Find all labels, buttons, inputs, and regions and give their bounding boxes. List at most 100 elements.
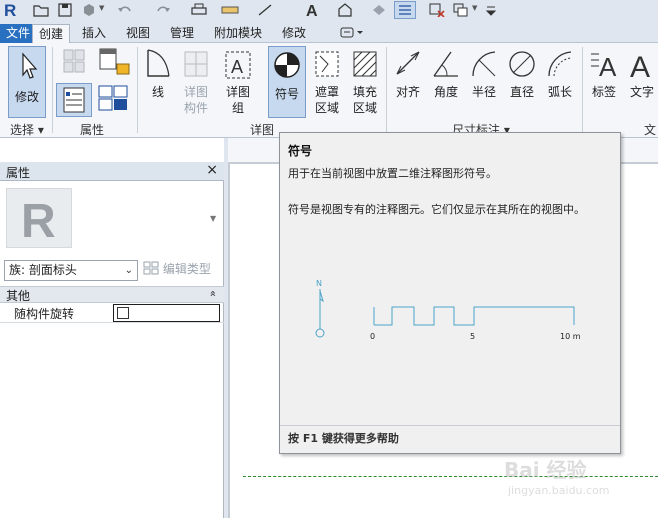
family-types-button[interactable] xyxy=(96,46,132,80)
radial-label: 半径 xyxy=(471,85,496,99)
chevron-down-icon: ⌄ xyxy=(124,265,133,276)
radial-dimension-button[interactable]: 半径 xyxy=(466,46,502,118)
type-properties-button[interactable] xyxy=(58,46,90,80)
print-icon[interactable] xyxy=(190,1,208,19)
masking-region-label-2: 区域 xyxy=(314,101,339,115)
edit-type-button[interactable]: 编辑类型 xyxy=(143,260,211,281)
masking-region-button[interactable]: 遮罩 区域 xyxy=(308,46,346,118)
properties-icon xyxy=(63,87,85,113)
close-icon[interactable]: × xyxy=(206,162,218,178)
properties-title: 属性 xyxy=(6,166,31,180)
chevron-down-icon[interactable]: ▼ xyxy=(210,214,216,223)
chevron-down-icon[interactable]: ▼ xyxy=(472,4,477,12)
detail-component-label-2: 构件 xyxy=(183,101,208,115)
grid-icon xyxy=(98,85,128,111)
param-row: 随构件旋转 xyxy=(0,303,224,323)
diameter-dimension-button[interactable]: 直径 xyxy=(504,46,540,118)
type-selector-button[interactable] xyxy=(96,83,132,117)
redo-icon[interactable] xyxy=(154,1,172,19)
sync-icon[interactable] xyxy=(80,1,98,19)
open-icon[interactable] xyxy=(32,1,50,19)
svg-text:A: A xyxy=(599,52,617,82)
aligned-icon xyxy=(396,51,420,75)
revit-logo-icon[interactable]: R xyxy=(2,1,20,19)
measure-icon[interactable] xyxy=(220,1,240,19)
text-icon[interactable]: A xyxy=(304,1,320,19)
symbol-button[interactable]: 符号 xyxy=(268,46,306,118)
filled-region-label-2: 区域 xyxy=(352,101,377,115)
type-preview[interactable]: R xyxy=(6,188,72,248)
watermark-url: jingyan.baidu.com xyxy=(508,484,610,497)
switch-windows-icon[interactable] xyxy=(452,1,470,19)
symbol-tooltip: 符号 用于在当前视图中放置二维注释图形符号。 符号是视图专有的注释图元。它们仅显… xyxy=(279,132,621,454)
detail-line-button[interactable]: 线 xyxy=(142,46,174,118)
3d-view-icon[interactable] xyxy=(336,1,354,19)
tooltip-footer: 按 F1 键获得更多帮助 xyxy=(280,425,620,453)
param-name: 随构件旋转 xyxy=(14,307,75,321)
close-hidden-icon[interactable] xyxy=(428,1,446,19)
tab-insert[interactable]: 插入 xyxy=(76,24,112,43)
save-icon[interactable] xyxy=(56,1,74,19)
customize-icon[interactable] xyxy=(484,1,498,19)
filled-region-label: 填充 xyxy=(352,85,377,99)
divider xyxy=(137,47,138,133)
tab-addins[interactable]: 附加模块 xyxy=(208,24,268,43)
ribbon-tab-bar: 文件 创建 插入 视图 管理 附加模块 修改 xyxy=(0,22,658,44)
revit-r-icon: R xyxy=(21,195,56,248)
filled-region-button[interactable]: 填充 区域 xyxy=(346,46,384,118)
watermark: Bai 经验 jingyan.baidu.com xyxy=(504,454,654,504)
modify-button[interactable]: 修改 xyxy=(8,46,46,118)
ribbon-state-toggle[interactable] xyxy=(334,24,370,43)
tab-file[interactable]: 文件 xyxy=(0,24,37,43)
tab-manage[interactable]: 管理 xyxy=(164,24,200,43)
tab-view[interactable]: 视图 xyxy=(120,24,156,43)
cursor-icon xyxy=(22,52,38,79)
tab-modify[interactable]: 修改 xyxy=(276,24,312,43)
radius-icon xyxy=(472,51,496,77)
text-a-icon: A xyxy=(630,51,650,82)
family-type-select[interactable]: 族: 剖面标头 ⌄ xyxy=(4,260,138,281)
symbol-icon xyxy=(274,52,300,78)
detail-component-button[interactable]: 详图 构件 xyxy=(176,46,216,118)
angular-dimension-button[interactable]: 角度 xyxy=(428,46,464,118)
divider xyxy=(386,47,387,133)
text-button[interactable]: A 文字 xyxy=(624,46,658,118)
tag-button[interactable]: A 标签 xyxy=(586,46,622,118)
detail-group-label-2: 组 xyxy=(231,101,244,115)
properties-button[interactable] xyxy=(56,83,92,117)
masking-region-label: 遮罩 xyxy=(314,85,339,99)
arc-length-dimension-button[interactable]: 弧长 xyxy=(542,46,578,118)
family-type-value: 族: 剖面标头 xyxy=(9,263,77,277)
chevron-down-icon[interactable]: ▼ xyxy=(99,4,104,12)
svg-text:R: R xyxy=(4,1,16,19)
aligned-dimension-button[interactable]: 对齐 xyxy=(390,46,426,118)
quick-access-toolbar: R ▼ A ▼ xyxy=(0,0,658,22)
diameter-icon xyxy=(509,51,535,77)
undo-icon[interactable] xyxy=(116,1,134,19)
section-header-other[interactable]: 其他 » xyxy=(0,286,224,303)
scale-bar xyxy=(373,306,575,326)
divider xyxy=(52,47,53,133)
text-panel-label: 文 xyxy=(644,123,657,137)
tooltip-detail: 符号是视图专有的注释图元。它们仅显示在其所在的视图中。 xyxy=(288,203,585,216)
line-label: 线 xyxy=(151,85,164,99)
aligned-label: 对齐 xyxy=(395,85,420,99)
scale-label-5: 5 xyxy=(470,332,475,341)
rotate-with-component-checkbox[interactable] xyxy=(117,307,129,319)
section-title: 其他 xyxy=(6,289,31,303)
angle-icon xyxy=(433,51,458,77)
collapse-icon[interactable]: » xyxy=(206,290,219,297)
thin-lines-icon[interactable] xyxy=(394,1,416,19)
properties-palette: 属性 × R ▼ 族: 剖面标头 ⌄ 编辑类型 其他 » 随构件旋转 xyxy=(0,162,224,518)
detail-group-button[interactable]: A 详图 组 xyxy=(218,46,258,118)
select-group-label[interactable]: 选择 ▾ xyxy=(10,121,44,138)
angular-label: 角度 xyxy=(433,85,458,99)
dimension-icon[interactable] xyxy=(256,1,274,19)
tab-create[interactable]: 创建 xyxy=(32,24,71,44)
filled-region-icon xyxy=(353,51,377,77)
detail-component-icon xyxy=(184,51,208,77)
tag-icon[interactable] xyxy=(370,1,388,19)
text-label: 文字 xyxy=(629,85,654,99)
param-value-cell[interactable] xyxy=(113,304,220,322)
masking-region-icon xyxy=(315,51,339,77)
